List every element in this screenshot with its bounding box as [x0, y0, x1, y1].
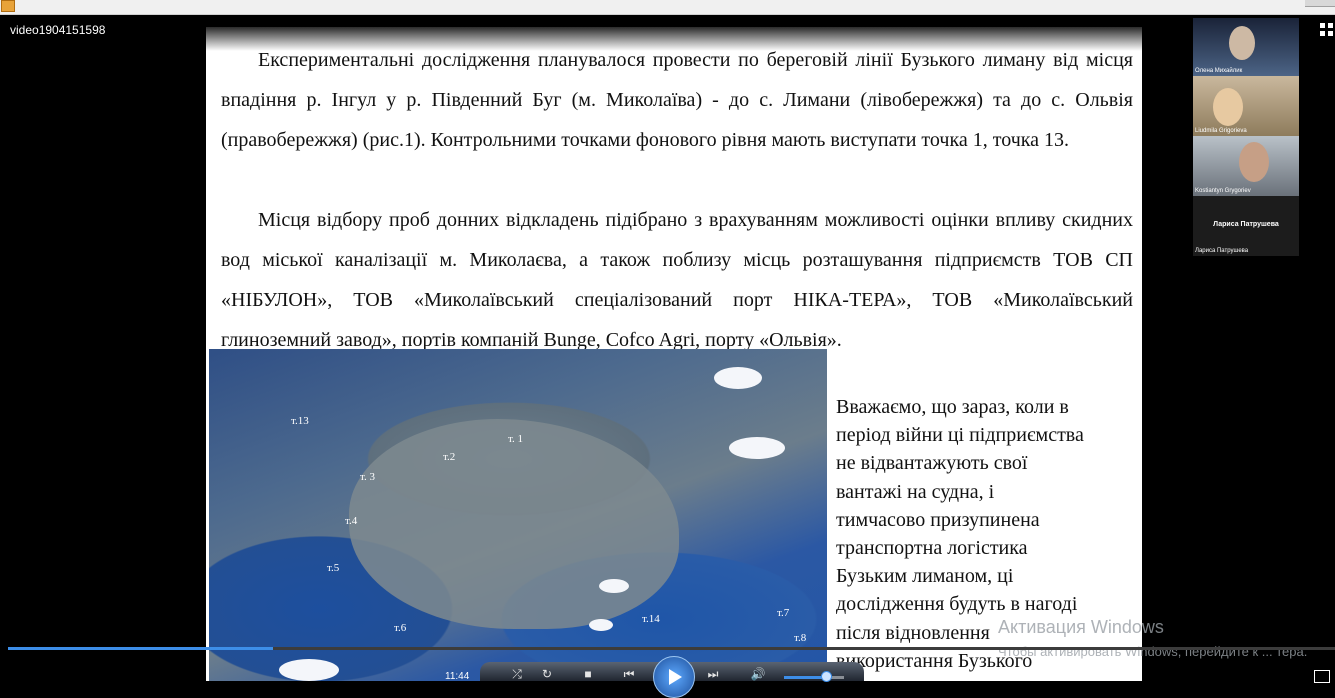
map-point-label: т.2 — [443, 451, 456, 463]
map-cloud — [599, 579, 629, 593]
window-titlebar — [0, 0, 1335, 15]
status-text: 0 — [1075, 672, 1081, 683]
map-point-label: т. 1 — [508, 433, 523, 445]
map-point-label: т.4 — [345, 515, 358, 527]
participant-video-tile[interactable]: Олена Михайлик — [1193, 18, 1299, 76]
map-point-label: т.5 — [327, 562, 340, 574]
map-cloud — [279, 659, 339, 681]
participant-name: Kostiantyn Grygoriev — [1195, 188, 1251, 194]
participant-video-tile[interactable]: Kostiantyn Grygoriev — [1193, 136, 1299, 196]
volume-icon[interactable]: 🔊 — [750, 667, 766, 681]
map-cloud — [729, 437, 785, 459]
volume-slider[interactable] — [784, 676, 844, 679]
participant-name: Liudmila Grigorieva — [1195, 128, 1247, 134]
map-point-label: т.8 — [794, 632, 807, 644]
presentation-slide: Експериментальні дослідження планувалося… — [206, 27, 1142, 681]
participant-face — [1213, 88, 1243, 126]
map-cloud — [589, 619, 613, 631]
map-point-label: т.6 — [394, 622, 407, 634]
video-file-name: video1904151598 — [10, 23, 106, 37]
participant-video-tile[interactable]: Liudmila Grigorieva — [1193, 76, 1299, 136]
window-control-button[interactable] — [1305, 0, 1335, 7]
next-icon[interactable]: ⏭ — [705, 667, 721, 681]
seek-bar-progress — [8, 647, 274, 650]
shuffle-icon[interactable]: ⤮ — [509, 667, 525, 681]
current-time: 11:44 — [445, 671, 470, 682]
repeat-icon[interactable]: ↻ — [539, 667, 555, 681]
volume-level — [784, 676, 822, 679]
app-icon — [1, 0, 15, 12]
previous-icon[interactable]: ⏮ — [621, 667, 637, 681]
switch-view-icon[interactable] — [1314, 670, 1330, 683]
slide-paragraph-1: Експериментальні дослідження планувалося… — [221, 49, 1133, 151]
participant-name: Олена Михайлик — [1195, 68, 1243, 74]
participant-center-label: Лариса Патрушева — [1213, 221, 1279, 228]
participant-name: Лариса Патрушева — [1195, 248, 1249, 254]
map-land-area — [349, 419, 679, 629]
stop-icon[interactable]: ■ — [580, 667, 596, 681]
windows-activation-watermark-title: Активация Windows — [998, 617, 1164, 637]
map-point-label: т.7 — [777, 607, 790, 619]
seek-bar[interactable] — [8, 647, 1335, 650]
participant-face — [1239, 142, 1269, 182]
participant-video-tile[interactable]: Лариса Патрушева Лариса Патрушева — [1193, 196, 1299, 256]
map-cloud — [714, 367, 762, 389]
participant-face — [1229, 26, 1255, 60]
fullscreen-icon[interactable] — [1320, 22, 1334, 38]
map-point-label: т.14 — [642, 613, 660, 625]
map-point-label: т.13 — [291, 415, 309, 427]
play-button[interactable] — [653, 656, 695, 698]
slide-paragraph-2: Місця відбору проб донних відкладень під… — [221, 209, 1133, 351]
windows-activation-watermark-subtitle: Чтобы активировать Windows, перейдите к … — [998, 644, 1308, 659]
satellite-map-image: т.13 т. 1 т.2 т. 3 т.4 т.5 т.6 т.14 т.7 … — [209, 349, 827, 681]
volume-knob[interactable] — [821, 671, 832, 682]
map-point-label: т. 3 — [360, 471, 375, 483]
